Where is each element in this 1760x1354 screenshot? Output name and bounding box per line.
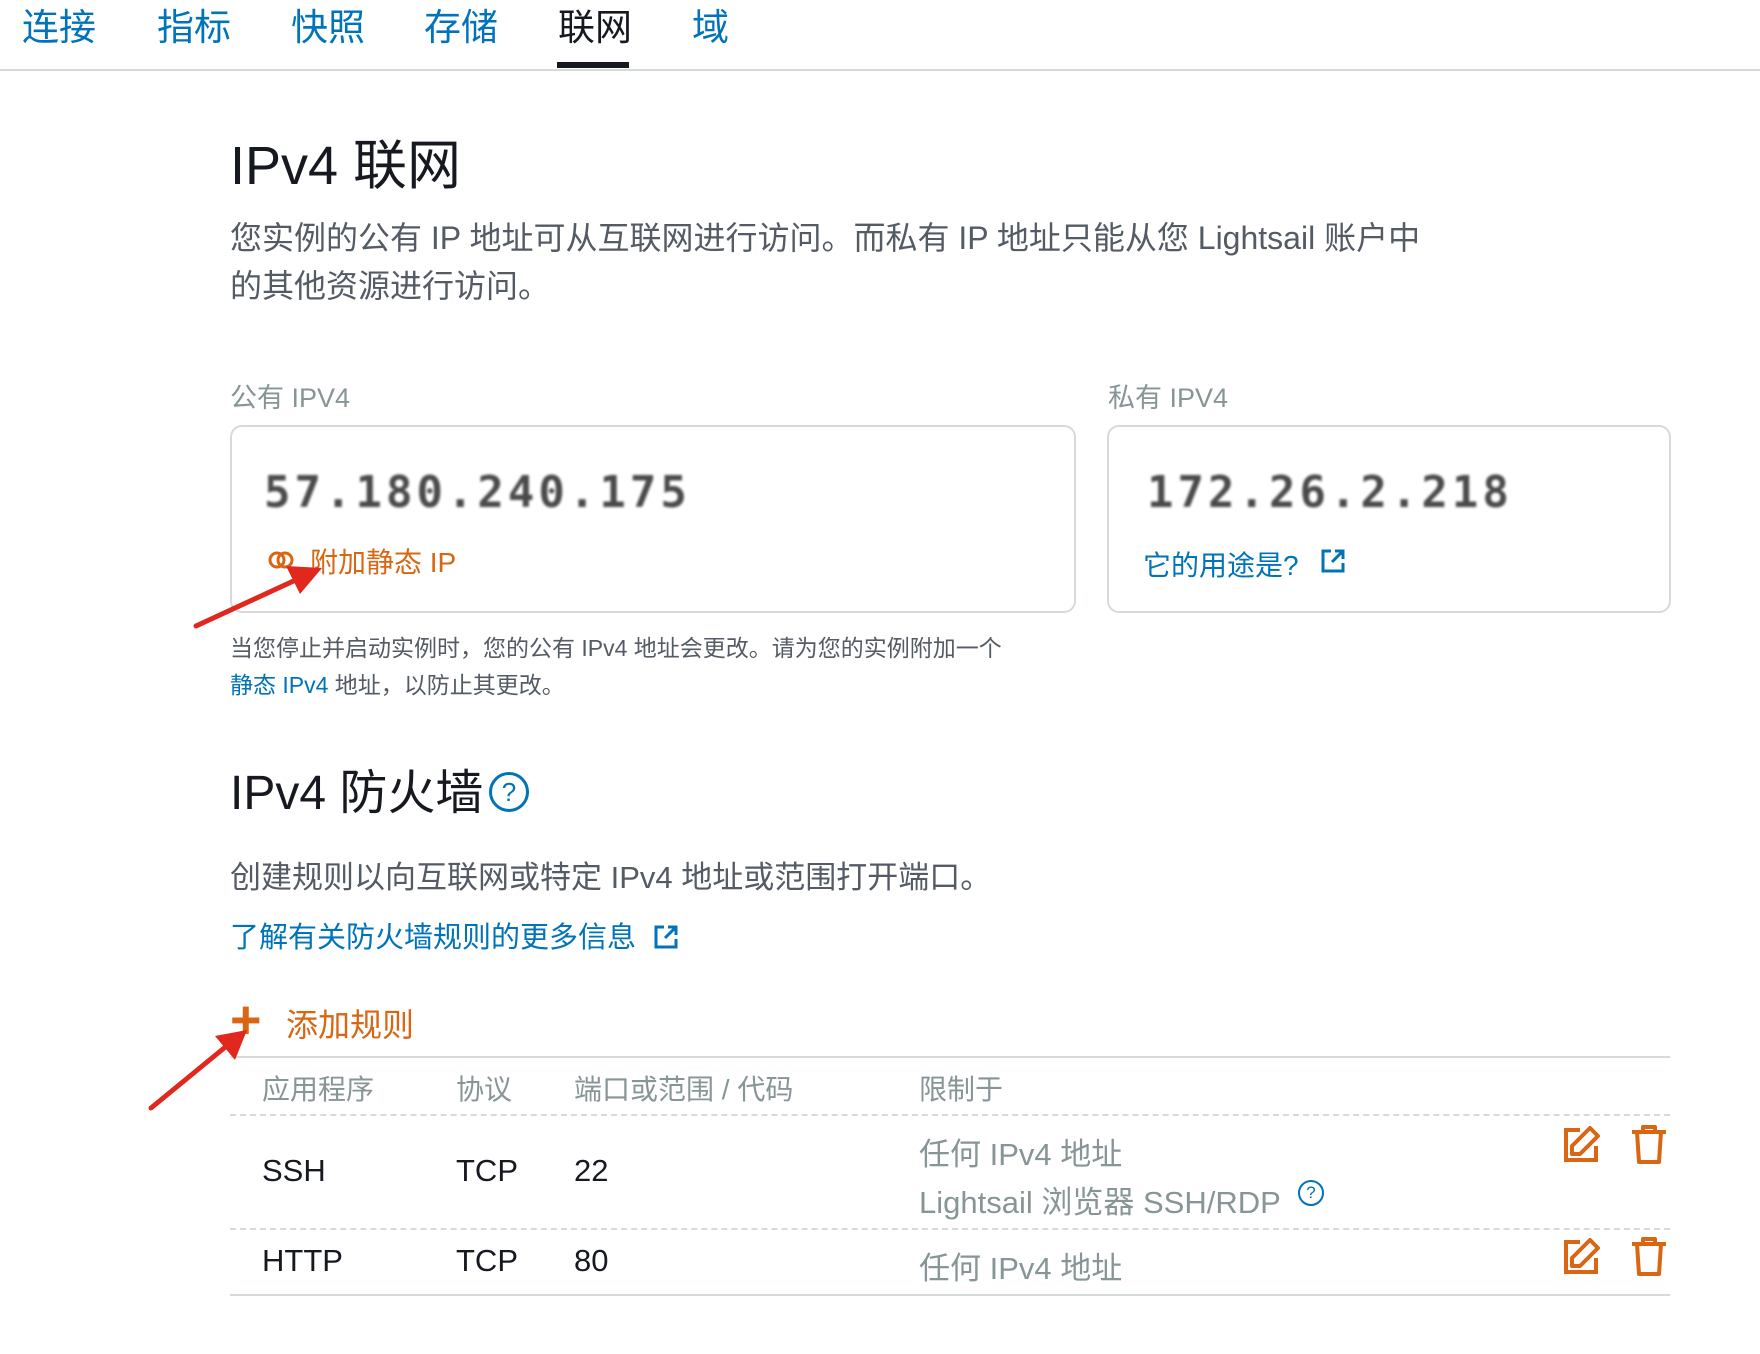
- row-ssh-restrict: 任何 IPv4 地址: [919, 1137, 1123, 1172]
- column-header-port: 端口或范围 / 代码: [574, 1074, 794, 1105]
- edit-icon[interactable]: [1560, 1236, 1602, 1278]
- column-header-protocol: 协议: [456, 1074, 513, 1105]
- tab-snapshots[interactable]: 快照: [291, 6, 365, 50]
- learn-firewall-rules-link[interactable]: 了解有关防火墙规则的更多信息: [230, 914, 680, 956]
- add-rule-label: 添加规则: [286, 1007, 415, 1043]
- external-link-icon[interactable]: [1319, 547, 1347, 580]
- firewall-help-icon[interactable]: ?: [489, 772, 529, 812]
- public-ip-value: 57.180.240.175: [264, 467, 691, 518]
- row-ssh-protocol: TCP: [456, 1153, 518, 1188]
- active-tab-indicator: [557, 62, 629, 68]
- ipv4-networking-title: IPv4 联网: [230, 136, 462, 196]
- row-http-port: 80: [574, 1243, 609, 1278]
- private-ipv4-label: 私有 IPV4: [1108, 383, 1229, 413]
- header-divider: [230, 1114, 1670, 1116]
- static-ipv4-link[interactable]: 静态 IPv4: [230, 672, 328, 698]
- static-ip-note-text: 当您停止并启动实例时，您的公有 IPv4 地址会更改。请为您的实例附加一个: [230, 635, 1002, 661]
- table-bottom-border: [230, 1294, 1670, 1296]
- public-ipv4-label: 公有 IPV4: [230, 383, 351, 413]
- edit-icon[interactable]: [1560, 1124, 1602, 1166]
- row-http-restrict: 任何 IPv4 地址: [919, 1251, 1123, 1286]
- external-link-icon: [654, 925, 678, 949]
- attach-static-ip-link[interactable]: 附加静态 IP: [310, 541, 456, 581]
- row-http-protocol: TCP: [456, 1243, 518, 1278]
- column-header-restrict: 限制于: [919, 1074, 1004, 1105]
- table-top-border: [230, 1056, 1670, 1058]
- column-header-application: 应用程序: [262, 1074, 375, 1105]
- private-ip-card: 172.26.2.218 它的用途是?: [1107, 425, 1671, 613]
- delete-icon[interactable]: [1628, 1124, 1670, 1166]
- row-ssh-port: 22: [574, 1153, 609, 1188]
- tab-storage[interactable]: 存储: [424, 6, 498, 50]
- firewall-description: 创建规则以向互联网或特定 IPv4 地址或范围打开端口。: [230, 860, 992, 895]
- annotation-arrow: [193, 566, 322, 629]
- ipv4-firewall-title: IPv4 防火墙: [230, 767, 484, 820]
- tab-metrics[interactable]: 指标: [157, 6, 231, 50]
- static-ip-note-tail: 地址，以防止其更改。: [328, 672, 565, 698]
- delete-icon[interactable]: [1628, 1236, 1670, 1278]
- tab-bar: 连接 指标 快照 存储 联网 域: [0, 0, 1760, 71]
- tab-connect[interactable]: 连接: [22, 6, 96, 50]
- browser-ssh-help-icon[interactable]: ?: [1298, 1180, 1324, 1206]
- row-ssh-app: SSH: [262, 1153, 326, 1188]
- row-divider: [230, 1228, 1670, 1230]
- static-ip-note: 当您停止并启动实例时，您的公有 IPv4 地址会更改。请为您的实例附加一个 静态…: [230, 630, 1050, 704]
- private-ip-value: 172.26.2.218: [1147, 467, 1513, 518]
- learn-firewall-rules-text: 了解有关防火墙规则的更多信息: [230, 922, 637, 954]
- tab-networking[interactable]: 联网: [558, 6, 632, 50]
- what-for-link[interactable]: 它的用途是?: [1143, 544, 1299, 584]
- row-http-app: HTTP: [262, 1243, 343, 1278]
- annotation-arrow: [148, 1030, 247, 1111]
- row-ssh-restrict-browser: Lightsail 浏览器 SSH/RDP: [919, 1185, 1281, 1220]
- ipv4-networking-description: 您实例的公有 IP 地址可从互联网进行访问。而私有 IP 地址只能从您 Ligh…: [230, 220, 1421, 304]
- public-ip-card: 57.180.240.175 附加静态 IP: [230, 425, 1076, 613]
- tab-domains[interactable]: 域: [692, 6, 729, 50]
